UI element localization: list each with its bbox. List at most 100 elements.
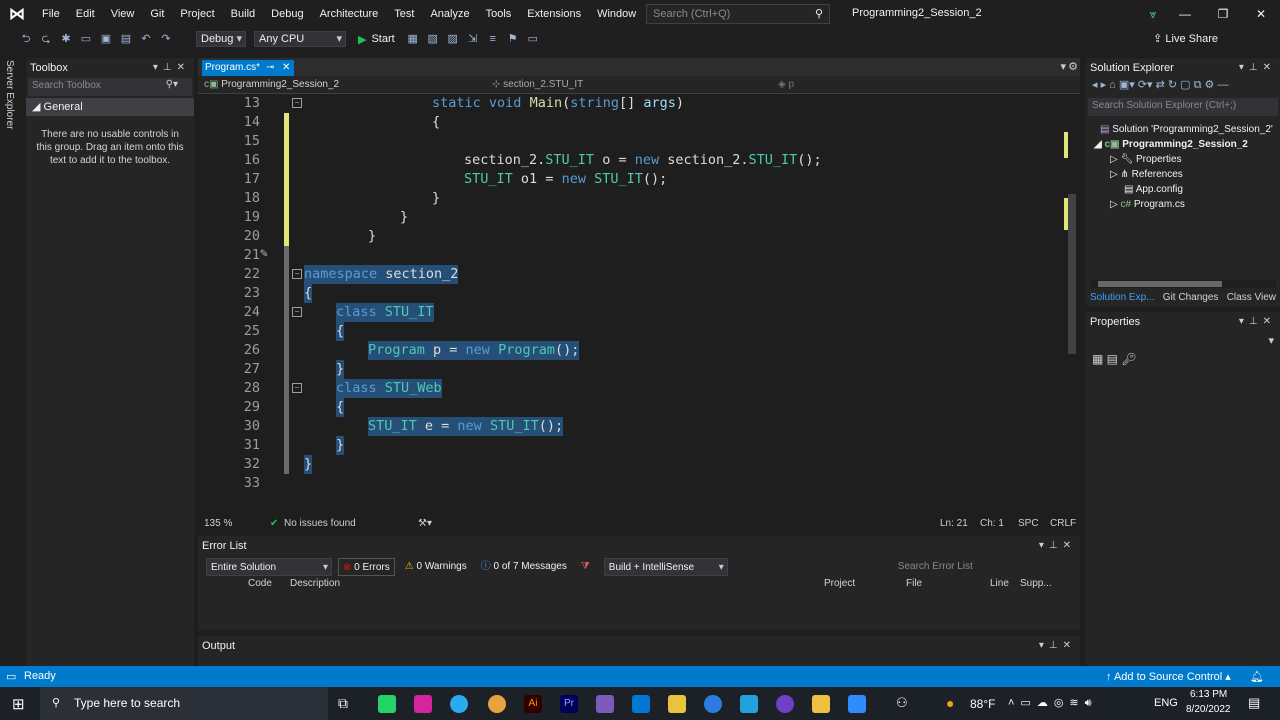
fold-icon[interactable]: −: [292, 307, 302, 317]
menu-extensions[interactable]: Extensions: [519, 0, 589, 28]
toolbox-group-general[interactable]: ◢ General: [26, 98, 194, 116]
sticky-notes-icon[interactable]: [668, 695, 686, 713]
code-line[interactable]: 25 {: [198, 322, 1058, 341]
panel-controls[interactable]: ▾⊥✕: [1239, 58, 1276, 78]
menu-git[interactable]: Git: [142, 0, 172, 28]
new-project-icon[interactable]: ✱: [58, 31, 74, 47]
clock-time[interactable]: 6:13 PM: [1190, 689, 1227, 700]
warnings-filter[interactable]: ⚠ 0 Warnings: [401, 558, 471, 576]
app-icon[interactable]: [740, 695, 758, 713]
error-search-input[interactable]: Search Error List: [893, 558, 1044, 576]
issues-status[interactable]: No issues found: [284, 518, 356, 529]
whatsapp-icon[interactable]: [378, 695, 396, 713]
code-line[interactable]: 15: [198, 132, 1058, 151]
redo-icon[interactable]: ↷: [158, 31, 174, 47]
code-line[interactable]: 32}: [198, 455, 1058, 474]
quick-actions-icon[interactable]: ✎: [260, 246, 268, 261]
notification-icon[interactable]: 🔔︎: [1250, 670, 1264, 683]
code-line[interactable]: 24 − class STU_IT: [198, 303, 1058, 322]
browse-icon[interactable]: ▨: [445, 31, 461, 47]
line-ending-indicator[interactable]: CRLF: [1050, 518, 1076, 529]
save-icon[interactable]: ▣: [98, 31, 114, 47]
zoom-level[interactable]: 135 %: [204, 518, 232, 529]
server-explorer-tab[interactable]: Server Explorer: [4, 60, 15, 129]
code-line[interactable]: 18}: [198, 189, 1058, 208]
panel-controls[interactable]: ▾⊥✕: [1039, 536, 1076, 556]
code-line[interactable]: 30 STU_IT e = new STU_IT();: [198, 417, 1058, 436]
code-line[interactable]: 26 Program p = new Program();: [198, 341, 1058, 360]
task-view-icon[interactable]: ⧉: [338, 695, 356, 713]
menu-view[interactable]: View: [103, 0, 143, 28]
menu-analyze[interactable]: Analyze: [422, 0, 477, 28]
panel-controls[interactable]: ▾⊥✕: [153, 58, 190, 78]
menu-project[interactable]: Project: [172, 0, 222, 28]
solution-explorer-toolbar[interactable]: ◂ ▸ ⌂ ▣▾ ⟳▾ ⇄ ↻ ▢ ⧉ ⚙ —: [1086, 78, 1280, 98]
instagram-icon[interactable]: [414, 695, 432, 713]
properties-toolbar[interactable]: ▦ ▤ 🔑︎: [1092, 352, 1137, 366]
bookmark-icon[interactable]: ⚑: [505, 31, 521, 47]
fold-icon[interactable]: −: [292, 98, 302, 108]
clock-date[interactable]: 8/20/2022: [1186, 704, 1231, 715]
pin-icon[interactable]: ⊸: [266, 60, 274, 76]
tree-item-program-cs[interactable]: ▷ c# Program.cs: [1110, 197, 1185, 212]
scrollbar-thumb[interactable]: [1068, 194, 1076, 354]
solution-explorer-hscroll[interactable]: [1090, 280, 1276, 288]
live-share-button[interactable]: ⇪ Live Share: [1153, 32, 1218, 45]
code-line[interactable]: 20}: [198, 227, 1058, 246]
save-all-icon[interactable]: ▤: [118, 31, 134, 47]
nav-class-dropdown[interactable]: ⊹ section_2.STU_IT: [486, 77, 772, 93]
code-line[interactable]: 14 {: [198, 113, 1058, 132]
build-filter-dropdown[interactable]: Build + IntelliSense: [603, 558, 728, 577]
tree-item-references[interactable]: ▷ ⋔ References: [1110, 167, 1183, 182]
whitespace-indicator[interactable]: SPC: [1018, 518, 1039, 529]
visual-studio-icon[interactable]: [596, 695, 614, 713]
tab-program-cs[interactable]: Program.cs* ⊸ ✕: [202, 60, 294, 76]
code-line[interactable]: 19}: [198, 208, 1058, 227]
code-editor[interactable]: 13− static void Main(string[] args) 14{15 1…: [198, 94, 1058, 516]
start-button[interactable]: ▶ Start: [358, 33, 395, 46]
panel-controls[interactable]: ▾⊥✕: [1239, 312, 1276, 332]
toolbox-search-input[interactable]: Search Toolbox ⚲▾: [28, 78, 192, 96]
tree-item-app-config[interactable]: ▤ App.config: [1124, 182, 1183, 197]
github-icon[interactable]: [776, 695, 794, 713]
menu-build[interactable]: Build: [223, 0, 263, 28]
zoom-icon[interactable]: [848, 695, 866, 713]
forward-icon[interactable]: ⮎: [38, 31, 54, 47]
code-line[interactable]: 13 − static void Main(string[] args): [198, 94, 1058, 113]
solution-search-input[interactable]: Search Solution Explorer (Ctrl+;): [1088, 98, 1278, 116]
fold-icon[interactable]: −: [292, 269, 302, 279]
minimize-button[interactable]: —: [1166, 0, 1204, 28]
language-indicator[interactable]: ENG: [1154, 697, 1178, 709]
platform-dropdown[interactable]: Any CPU: [254, 31, 346, 47]
code-line[interactable]: 28 − class STU_Web: [198, 379, 1058, 398]
format-icon[interactable]: ≡: [485, 31, 501, 47]
close-tab-icon[interactable]: ✕: [282, 60, 290, 76]
telegram-icon[interactable]: [450, 695, 468, 713]
column-description[interactable]: Description: [290, 578, 340, 589]
tab-solution-explorer[interactable]: Solution Exp...: [1090, 292, 1154, 306]
code-line[interactable]: 27}: [198, 360, 1058, 379]
nav-member-dropdown[interactable]: ◈ p: [772, 77, 1052, 93]
messages-filter[interactable]: ⓘ 0 of 7 Messages: [477, 558, 571, 576]
taskbar-search[interactable]: ⚲ Type here to search: [40, 687, 328, 720]
code-line[interactable]: 22 − namespace section_2: [198, 265, 1058, 284]
menu-debug[interactable]: Debug: [263, 0, 311, 28]
tab-overflow-icon[interactable]: ▾: [1060, 60, 1066, 73]
editor-vertical-scrollbar[interactable]: [1062, 94, 1078, 516]
nav-project-dropdown[interactable]: c▣ Programming2_Session_2: [198, 77, 486, 93]
notification-center-icon[interactable]: ▤: [1248, 695, 1260, 711]
scrollbar-thumb[interactable]: [1098, 281, 1222, 287]
illustrator-icon[interactable]: Ai: [524, 695, 542, 713]
vscode-icon[interactable]: [632, 695, 650, 713]
scope-dropdown[interactable]: Entire Solution: [206, 558, 332, 577]
windows-start-icon[interactable]: ⊞: [12, 695, 25, 713]
close-button[interactable]: ✕: [1242, 0, 1280, 28]
project-node[interactable]: ◢ c▣ Programming2_Session_2: [1094, 137, 1248, 152]
premiere-icon[interactable]: Pr: [560, 695, 578, 713]
weather-icon[interactable]: ●: [946, 695, 954, 711]
system-tray-icons[interactable]: ˄▭☁◎≋🔊︎: [1008, 696, 1098, 710]
tab-git-changes[interactable]: Git Changes: [1163, 292, 1219, 306]
visual-studio-logo-icon[interactable]: ⋈: [0, 0, 34, 28]
menu-test[interactable]: Test: [386, 0, 422, 28]
menu-file[interactable]: File: [34, 0, 68, 28]
